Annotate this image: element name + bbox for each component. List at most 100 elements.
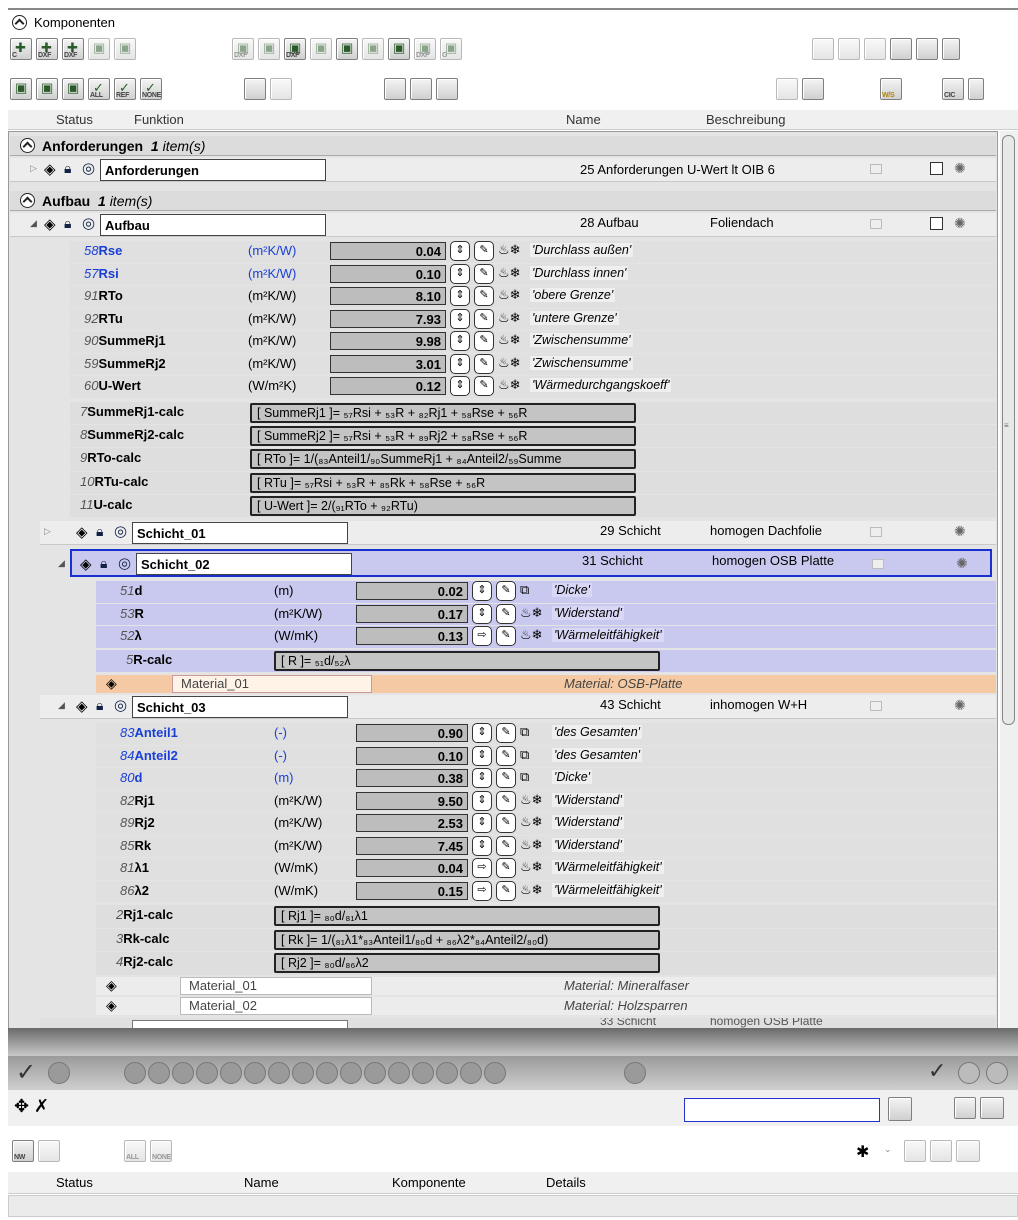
param-row[interactable]: 86λ2 (W/mK) 0.15 ⇨ ✎ ♨❄ 'Wärmeleitfähigkeit' xyxy=(96,880,996,902)
expand-arrow-icon[interactable]: ▷ xyxy=(30,163,37,174)
bulb-small-2-icon[interactable] xyxy=(986,1062,1008,1084)
search-input[interactable] xyxy=(684,1098,880,1122)
check-ref-icon[interactable]: ✓ REF xyxy=(114,78,136,100)
check-none-bottom-icon[interactable]: NONE xyxy=(150,1140,172,1162)
edit-pencil-icon[interactable]: ✎ xyxy=(496,745,516,766)
param-row[interactable]: 80d (m) 0.38 ⇕ ✎ ⧉ 'Dicke' xyxy=(96,768,996,790)
param-row[interactable]: 84Anteil2 (-) 0.10 ⇕ ✎ ⧉ 'des Gesamten' xyxy=(96,745,996,767)
step-icon[interactable]: ⇕ xyxy=(450,308,470,329)
material-name-field[interactable]: Material_01 xyxy=(180,977,372,995)
formula-field[interactable]: [ Rj1 ]= ₈₀d/₈₁λ1 xyxy=(274,906,660,926)
param-value-field[interactable]: 9.50 xyxy=(356,791,468,810)
template-2-icon[interactable] xyxy=(838,38,860,60)
fire-function-icon[interactable] xyxy=(196,1062,218,1084)
dimension-icon[interactable]: ⧉ xyxy=(520,747,529,763)
collapse-group-button[interactable] xyxy=(20,193,35,208)
param-value-field[interactable]: 0.04 xyxy=(330,242,446,260)
column-name[interactable]: Name xyxy=(566,112,601,127)
step-icon[interactable]: ⇕ xyxy=(450,263,470,284)
target-icon[interactable]: ◎ xyxy=(82,214,95,232)
tree-row-aufbau[interactable]: ◢ ◈ 🔒︎ ◎ Aufbau 28 Aufbau Foliendach ✺ xyxy=(10,213,996,237)
sound-function-icon[interactable] xyxy=(292,1062,314,1084)
layer-icon[interactable] xyxy=(384,78,406,100)
phone-function-icon[interactable] xyxy=(388,1062,410,1084)
pin-icon[interactable]: ✥ xyxy=(14,1096,29,1117)
param-value-field[interactable]: 0.90 xyxy=(356,724,468,742)
target-icon[interactable]: ◎ xyxy=(118,554,131,572)
fire-snow-icon[interactable]: ♨❄ xyxy=(520,627,543,643)
tree-row-anforderungen[interactable]: ▷ ◈ 🔒︎ ◎ Anforderungen 25 Anforderungen … xyxy=(10,158,996,182)
frame-icon[interactable] xyxy=(864,38,886,60)
calc-3-icon[interactable] xyxy=(942,38,960,60)
column-name[interactable]: Name xyxy=(244,1175,279,1190)
view-3-icon[interactable]: ▣ xyxy=(62,78,84,100)
lightbulb-icon[interactable]: ✺ xyxy=(954,160,966,177)
tree-2-icon[interactable] xyxy=(802,78,824,100)
column-status[interactable]: Status xyxy=(56,112,93,127)
add-c-icon[interactable]: ✚ C xyxy=(10,38,32,60)
list-function-icon[interactable] xyxy=(244,1062,266,1084)
group-header-aufbau[interactable]: Aufbau 1 item(s) xyxy=(10,191,996,211)
check-icon[interactable]: ✓ xyxy=(16,1058,36,1087)
row-name-field[interactable]: Anforderungen xyxy=(100,159,326,181)
calc-2-icon[interactable] xyxy=(916,38,938,60)
sun-function-icon[interactable] xyxy=(316,1062,338,1084)
target-icon[interactable]: ◎ xyxy=(82,159,95,177)
calc-row[interactable]: 10RTu-calc [ RTu ]= ₅₇Rsi + ₅₃R + ₈₅Rk + … xyxy=(70,471,996,494)
edit-pencil-icon[interactable]: ✎ xyxy=(496,768,516,788)
filter-icon[interactable]: ▣ xyxy=(114,38,136,60)
column-status[interactable]: Status xyxy=(56,1175,93,1190)
collapse-group-button[interactable] xyxy=(20,138,35,153)
fire-snow-icon[interactable]: ♨❄ xyxy=(520,605,543,621)
comment-icon[interactable] xyxy=(870,164,882,174)
comment-icon[interactable] xyxy=(870,527,882,537)
param-row[interactable]: 59SummeRj2 (m²K/W) 3.01 ⇕ ✎ ♨❄ 'Zwischensumme' xyxy=(70,353,996,375)
calc-row[interactable]: 11U-calc [ U-Wert ]= 2/(₉₁RTo + ₉₂RTu) xyxy=(70,494,996,517)
param-row[interactable]: 83Anteil1 (-) 0.90 ⇕ ✎ ⧉ 'des Gesamten' xyxy=(96,723,996,745)
row-name-field[interactable]: Schicht_02 xyxy=(136,553,352,575)
column-beschreibung[interactable]: Beschreibung xyxy=(706,112,786,127)
remove-icon[interactable]: ▣ xyxy=(88,38,110,60)
formula-field[interactable]: [ RTo ]= 1/(₈₃Anteil1/₉₀SummeRj1 + ₈₄Ant… xyxy=(250,449,636,470)
doc-function-icon[interactable] xyxy=(172,1062,194,1084)
view-2-icon[interactable]: ▣ xyxy=(36,78,58,100)
material-name-field[interactable]: Material_01 xyxy=(172,675,372,693)
save-dxf-icon[interactable]: ▣ DXF xyxy=(284,38,306,60)
expand-arrow-icon[interactable]: ▷ xyxy=(44,526,51,537)
lock-icon[interactable]: 🔒︎ xyxy=(100,555,107,572)
param-value-field[interactable]: 2.53 xyxy=(356,814,468,832)
settings-icon[interactable]: ✱ xyxy=(856,1142,869,1162)
calc-row[interactable]: 9RTo-calc [ RTo ]= 1/(₈₃Anteil1/₉₀SummeRj… xyxy=(70,448,996,471)
param-value-field[interactable]: 7.93 xyxy=(330,309,446,328)
tree-row-schicht01[interactable]: ▷ ◈ 🔒︎ ◎ Schicht_01 29 Schicht homogen D… xyxy=(40,521,996,545)
column-details[interactable]: Details xyxy=(546,1175,586,1190)
view-icon[interactable]: ▣ xyxy=(10,78,32,100)
dimension-icon[interactable]: ⧉ xyxy=(520,582,529,598)
param-value-field[interactable]: 0.10 xyxy=(356,746,468,765)
param-value-field[interactable]: 0.12 xyxy=(330,377,446,395)
save-yellow-icon[interactable]: ▣ xyxy=(336,38,358,60)
formula-field[interactable]: [ RTu ]= ₅₇Rsi + ₅₃R + ₈₅Rk + ₅₈Rse + ₅₆… xyxy=(250,472,636,493)
param-row[interactable]: 52λ (W/mK) 0.13 ⇨ ✎ ♨❄ 'Wärmeleitfähigkeit' xyxy=(96,626,996,648)
export-dxf-icon[interactable]: ▣ DXF xyxy=(232,38,254,60)
edit-pencil-icon[interactable]: ✎ xyxy=(474,286,494,306)
step-icon[interactable]: ⇕ xyxy=(472,745,492,766)
cc-icon[interactable]: CIC xyxy=(942,78,964,100)
material-row-schicht02[interactable]: ◈ Material_01 Material: OSB-Platte xyxy=(96,675,996,693)
fire-snow-icon[interactable]: ♨❄ xyxy=(520,814,543,830)
toggle-function-icon[interactable] xyxy=(484,1062,506,1084)
step-icon[interactable]: ⇕ xyxy=(472,603,492,624)
param-value-field[interactable]: 0.38 xyxy=(356,769,468,787)
step-icon[interactable]: ⇨ xyxy=(472,858,492,878)
edit-pencil-icon[interactable]: ✎ xyxy=(474,241,494,261)
edit-pencil-icon[interactable]: ✎ xyxy=(474,376,494,396)
unpin-icon[interactable]: ✗ xyxy=(34,1096,49,1117)
panel-splitter[interactable] xyxy=(8,1028,1018,1056)
cc-2-icon[interactable] xyxy=(968,78,984,100)
tree-bottom-2-icon[interactable] xyxy=(930,1140,952,1162)
row-name-field[interactable]: Schicht_01 xyxy=(132,522,348,544)
row-name-field[interactable]: Schicht_03 xyxy=(132,696,348,718)
sunny-function-icon[interactable] xyxy=(340,1062,362,1084)
fire-snow-icon[interactable]: ♨❄ xyxy=(498,265,521,281)
filter-bottom-icon[interactable] xyxy=(38,1140,60,1162)
